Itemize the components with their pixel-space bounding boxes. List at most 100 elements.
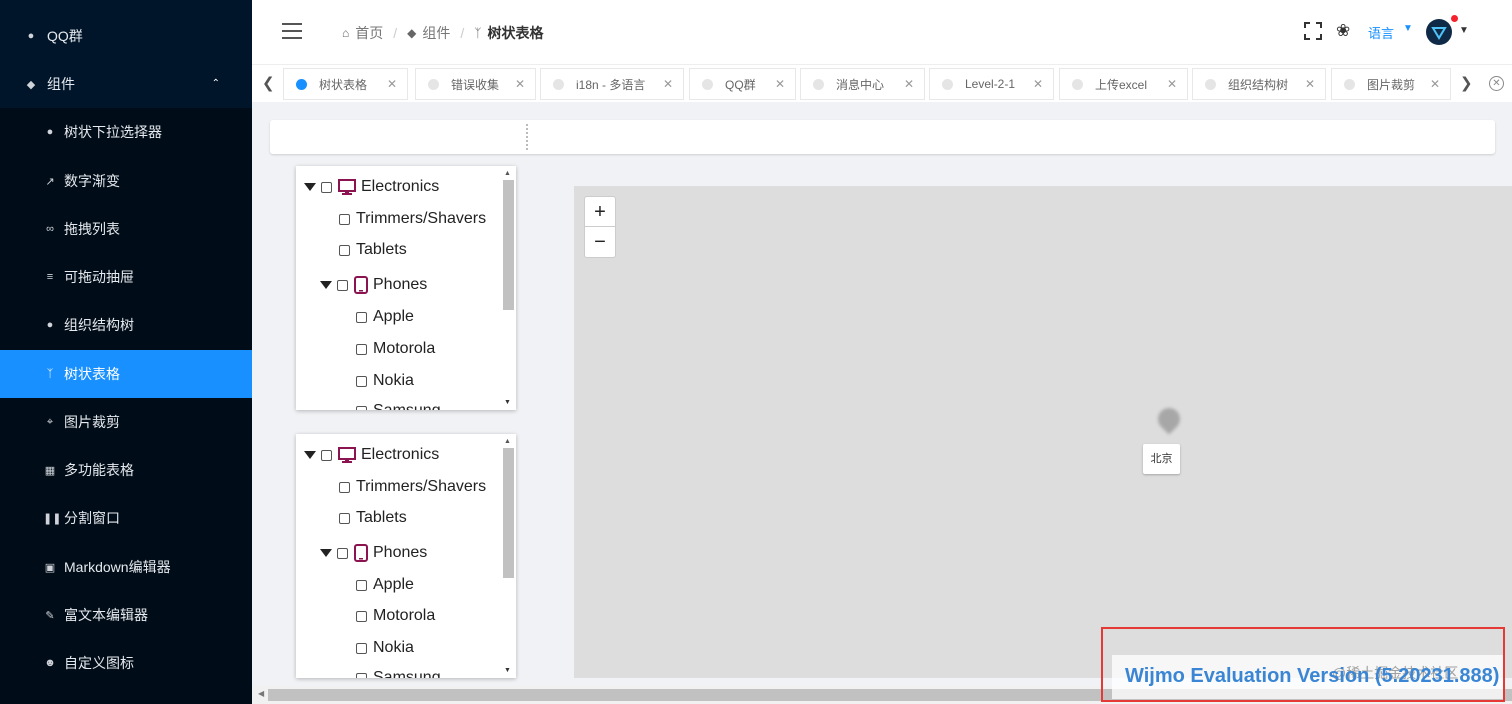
close-icon[interactable]: ✕ bbox=[904, 77, 914, 91]
sidebar-item-tree-select[interactable]: ● 树状下拉选择器 bbox=[0, 108, 252, 156]
divider bbox=[526, 124, 528, 150]
bug-icon[interactable]: ❀ bbox=[1336, 21, 1350, 41]
tree-node[interactable]: Motorola bbox=[356, 605, 435, 627]
checkbox[interactable] bbox=[356, 672, 367, 678]
sidebar-item-multi-table[interactable]: ▦ 多功能表格 bbox=[0, 446, 252, 494]
tree-node[interactable]: Trimmers/Shavers bbox=[339, 208, 486, 230]
zoom-out-button[interactable]: − bbox=[585, 227, 615, 257]
checkbox[interactable] bbox=[337, 547, 348, 559]
close-icon[interactable]: ✕ bbox=[775, 77, 785, 91]
checkbox[interactable] bbox=[321, 449, 332, 461]
tree-view: Electronics Trimmers/Shavers Tablets Pho… bbox=[296, 434, 516, 678]
sidebar-item-label: 树状下拉选择器 bbox=[64, 124, 162, 140]
checkbox[interactable] bbox=[339, 512, 350, 524]
collapse-icon[interactable] bbox=[304, 451, 316, 459]
sidebar-item-org-tree[interactable]: ● 组织结构树 bbox=[0, 301, 252, 349]
chevron-right-icon[interactable]: ❯ bbox=[1460, 74, 1473, 92]
sidebar-item-label: Markdown编辑器 bbox=[64, 559, 171, 575]
tab-image-crop[interactable]: 图片裁剪 ✕ bbox=[1332, 69, 1450, 99]
checkbox[interactable] bbox=[356, 642, 367, 654]
language-select[interactable]: 语言 bbox=[1368, 23, 1394, 42]
circle-down-icon: ● bbox=[46, 126, 54, 138]
scrollbar[interactable]: ▲ ▼ bbox=[501, 170, 514, 406]
chevron-left-icon[interactable]: ❮ bbox=[262, 74, 275, 92]
collapse-icon[interactable] bbox=[320, 281, 332, 289]
checkbox[interactable] bbox=[356, 375, 367, 387]
branch-icon: ᛉ bbox=[474, 26, 482, 40]
tab-error-log[interactable]: 错误收集 ✕ bbox=[416, 69, 535, 99]
tab-tree-table[interactable]: 树状表格 ✕ bbox=[284, 69, 407, 99]
checkbox[interactable] bbox=[337, 279, 348, 291]
tab-qq-group[interactable]: QQ群 ✕ bbox=[690, 69, 795, 99]
scroll-down-icon[interactable]: ▼ bbox=[504, 667, 511, 674]
map-view[interactable]: + − 北京 bbox=[574, 186, 1512, 678]
crop-icon: ⌖ bbox=[46, 415, 54, 428]
avatar[interactable] bbox=[1426, 19, 1452, 45]
sidebar-item-qq-group[interactable]: ● QQ群 bbox=[0, 12, 252, 60]
fullscreen-icon[interactable] bbox=[1304, 22, 1322, 40]
sidebar-item-count-to[interactable]: ↗ 数字渐变 bbox=[0, 157, 252, 205]
tree-node-group[interactable]: Phones bbox=[320, 274, 427, 296]
checkbox[interactable] bbox=[356, 311, 367, 323]
close-icon[interactable]: ✕ bbox=[1033, 77, 1043, 91]
edit-icon: ✎ bbox=[45, 609, 55, 622]
sidebar-item-drawer[interactable]: ≡ 可拖动抽屉 bbox=[0, 253, 252, 301]
close-all-icon[interactable]: ✕ bbox=[1489, 76, 1504, 91]
sidebar-item-cropper[interactable]: ⌖ 图片裁剪 bbox=[0, 398, 252, 446]
breadcrumb-components[interactable]: 组件 bbox=[422, 23, 450, 43]
tab-i18n[interactable]: i18n - 多语言 ✕ bbox=[541, 69, 683, 99]
checkbox[interactable] bbox=[356, 343, 367, 355]
scroll-up-icon[interactable]: ▲ bbox=[504, 170, 511, 177]
sidebar-item-markdown[interactable]: ▣ Markdown编辑器 bbox=[0, 543, 252, 591]
close-icon[interactable]: ✕ bbox=[1167, 77, 1177, 91]
scrollbar[interactable]: ▲ ▼ bbox=[501, 438, 514, 674]
sidebar-item-components[interactable]: ◆ 组件 ⌃ bbox=[0, 60, 252, 108]
checkbox[interactable] bbox=[356, 610, 367, 622]
tree-node-root[interactable]: Electronics bbox=[304, 444, 439, 466]
zoom-in-button[interactable]: + bbox=[585, 197, 615, 227]
tree-node[interactable]: Samsung bbox=[356, 400, 441, 410]
close-icon[interactable]: ✕ bbox=[1430, 77, 1440, 91]
tree-node[interactable]: Trimmers/Shavers bbox=[339, 476, 486, 498]
tab-level-2-1[interactable]: Level-2-1 ✕ bbox=[930, 69, 1053, 99]
tree-node[interactable]: Apple bbox=[356, 306, 414, 328]
tree-node[interactable]: Tablets bbox=[339, 507, 407, 529]
collapse-icon[interactable] bbox=[304, 183, 316, 191]
scroll-down-icon[interactable]: ▼ bbox=[504, 399, 511, 406]
checkbox[interactable] bbox=[321, 181, 332, 193]
tree-node-root[interactable]: Electronics bbox=[304, 176, 439, 198]
sidebar-item-label: 数字渐变 bbox=[64, 173, 120, 189]
tree-view: Electronics Trimmers/Shavers Tablets Pho… bbox=[296, 166, 516, 410]
tree-node[interactable]: Nokia bbox=[356, 370, 414, 392]
close-icon[interactable]: ✕ bbox=[1305, 77, 1315, 91]
sidebar-item-tree-table[interactable]: ᛉ 树状表格 bbox=[0, 350, 252, 398]
sidebar-item-split-pane[interactable]: ❚❚ 分割窗口 bbox=[0, 494, 252, 542]
notification-dot bbox=[1451, 15, 1458, 22]
tree-node[interactable]: Samsung bbox=[356, 667, 441, 678]
tree-node[interactable]: Apple bbox=[356, 574, 414, 596]
close-icon[interactable]: ✕ bbox=[515, 77, 525, 91]
sidebar-item-rich-editor[interactable]: ✎ 富文本编辑器 bbox=[0, 591, 252, 639]
checkbox[interactable] bbox=[356, 405, 367, 410]
tree-node-group[interactable]: Phones bbox=[320, 542, 427, 564]
close-icon[interactable]: ✕ bbox=[663, 77, 673, 91]
collapse-icon[interactable] bbox=[320, 549, 332, 557]
close-icon[interactable]: ✕ bbox=[387, 77, 397, 91]
tab-upload-excel[interactable]: 上传excel ✕ bbox=[1060, 69, 1187, 99]
sidebar-item-drag-list[interactable]: ∞ 拖拽列表 bbox=[0, 205, 252, 253]
tree-node[interactable]: Nokia bbox=[356, 637, 414, 659]
scroll-up-icon[interactable]: ▲ bbox=[504, 438, 511, 445]
tab-message-center[interactable]: 消息中心 ✕ bbox=[801, 69, 924, 99]
tab-org-tree[interactable]: 组织结构树 ✕ bbox=[1193, 69, 1325, 99]
checkbox[interactable] bbox=[339, 481, 350, 493]
tree-node[interactable]: Tablets bbox=[339, 239, 407, 261]
checkbox[interactable] bbox=[339, 213, 350, 225]
checkbox[interactable] bbox=[356, 579, 367, 591]
menu-toggle-icon[interactable] bbox=[282, 23, 302, 39]
breadcrumb-home[interactable]: 首页 bbox=[355, 23, 383, 43]
sidebar-item-custom-icons[interactable]: ☻ 自定义图标 bbox=[0, 639, 252, 687]
map-marker-icon[interactable] bbox=[1153, 403, 1185, 435]
checkbox[interactable] bbox=[339, 244, 350, 256]
tree-node[interactable]: Motorola bbox=[356, 338, 435, 360]
scroll-left-icon[interactable]: ◀ bbox=[258, 689, 264, 698]
